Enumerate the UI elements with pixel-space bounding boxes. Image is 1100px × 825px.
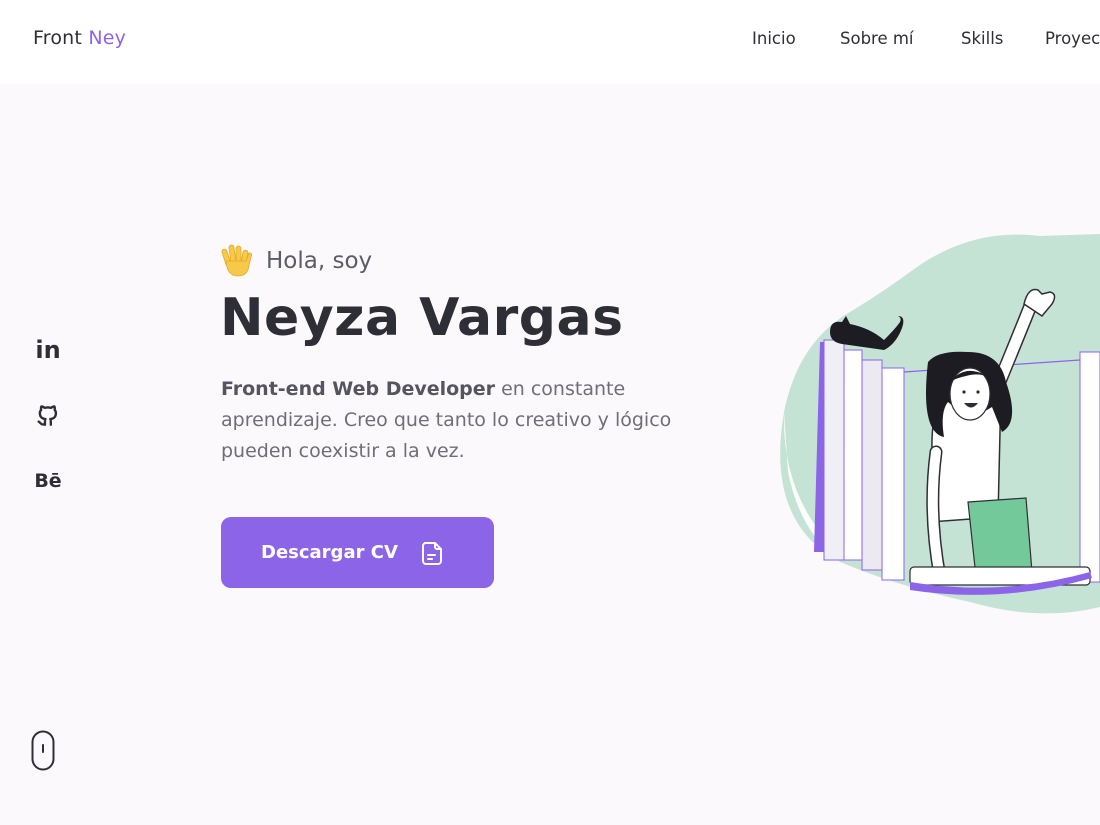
document-icon (421, 541, 442, 565)
header: Front Ney Inicio Sobre mí Skills Proyect… (0, 0, 1100, 84)
nav-item-skills[interactable]: Skills (961, 29, 1003, 48)
logo-accent: Ney (88, 27, 127, 49)
github-link[interactable] (30, 399, 66, 431)
hero-name: Neyza Vargas (220, 288, 624, 348)
nav-item-inicio[interactable]: Inicio (752, 29, 796, 48)
greeting: Hola, soy (220, 243, 372, 279)
nav-item-sobre-mi[interactable]: Sobre mí (840, 29, 914, 48)
download-cv-label: Descargar CV (261, 542, 398, 563)
scroll-mouse-icon[interactable] (31, 730, 55, 771)
linkedin-link[interactable]: in (30, 334, 66, 366)
download-cv-button[interactable]: Descargar CV (221, 517, 494, 588)
linkedin-icon: in (35, 336, 61, 364)
hero-description: Front-end Web Developer en constante apr… (221, 374, 721, 467)
github-icon (37, 405, 58, 426)
logo-main: Front (33, 27, 83, 49)
waving-hand-icon (221, 244, 253, 277)
nav-item-proyectos[interactable]: Proyectos (1045, 29, 1100, 48)
behance-icon: Bē (34, 470, 62, 492)
behance-link[interactable]: Bē (30, 465, 66, 497)
logo[interactable]: Front Ney (33, 27, 126, 49)
hero-illustration (780, 234, 1100, 614)
greeting-text: Hola, soy (266, 248, 373, 274)
hero-description-bold: Front-end Web Developer (221, 378, 496, 400)
